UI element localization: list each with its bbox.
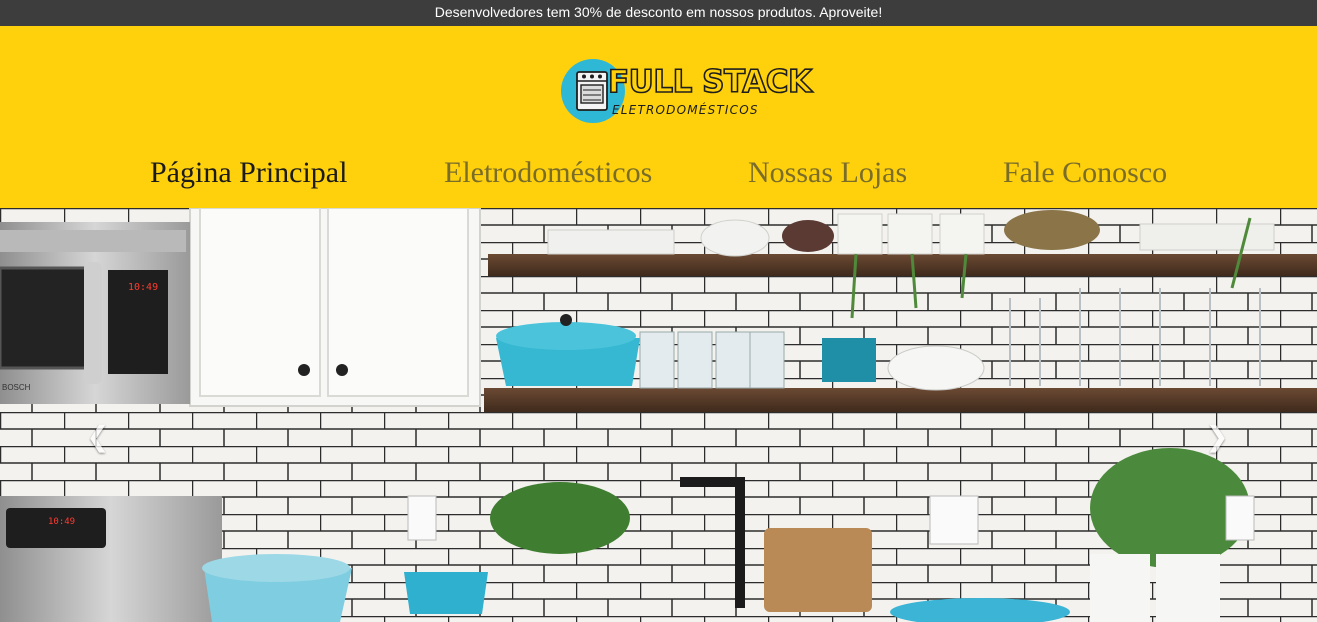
kitchen-photo: 10:49 BOSCH 10:49 — [0, 208, 1317, 622]
chevron-left-icon: ❮ — [86, 420, 110, 453]
main-nav: Página Principal Eletrodomésticos Nossas… — [0, 156, 1317, 200]
nav-item-fale-conosco[interactable]: Fale Conosco — [1003, 156, 1167, 190]
stove-icon — [576, 71, 608, 111]
chevron-right-icon: ❯ — [1205, 420, 1229, 453]
carousel-next-button[interactable]: ❯ — [1205, 422, 1229, 452]
brand-logo[interactable]: FULL STACK ELETRODOMÉSTICOS — [560, 58, 813, 126]
carousel-prev-button[interactable]: ❮ — [86, 422, 110, 452]
promo-text: Desenvolvedores tem 30% de desconto em n… — [434, 4, 883, 20]
hero-carousel: 10:49 BOSCH 10:49 ❮ ❯ — [0, 208, 1317, 622]
nav-item-pagina-principal[interactable]: Página Principal — [150, 156, 347, 190]
site-header: FULL STACK ELETRODOMÉSTICOS Página Princ… — [0, 26, 1317, 208]
logo-title: FULL STACK — [607, 63, 813, 101]
svg-text:10:49: 10:49 — [48, 517, 75, 527]
logo-subtitle: ELETRODOMÉSTICOS — [612, 103, 759, 117]
svg-text:10:49: 10:49 — [128, 282, 158, 293]
nav-item-eletrodomesticos[interactable]: Eletrodomésticos — [444, 156, 652, 190]
promo-banner: Desenvolvedores tem 30% de desconto em n… — [0, 0, 1317, 26]
svg-text:BOSCH: BOSCH — [2, 383, 31, 392]
nav-item-nossas-lojas[interactable]: Nossas Lojas — [748, 156, 907, 190]
